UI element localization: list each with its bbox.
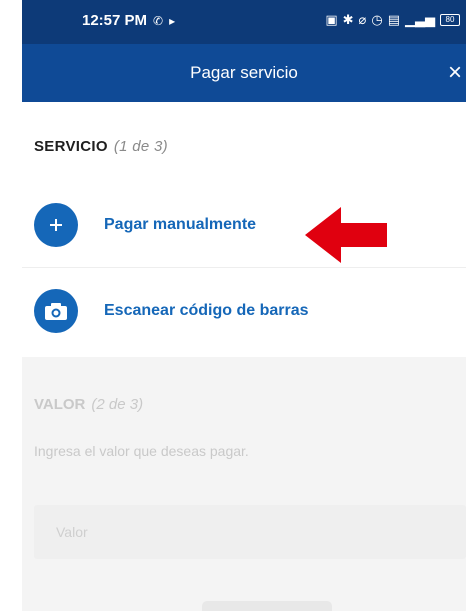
signal-icon: ▁▃▅ <box>405 12 435 27</box>
camera-icon <box>34 289 78 333</box>
value-input[interactable] <box>34 505 466 559</box>
status-icons: ▣ ✱ ⌀ ◷ ▤ ▁▃▅ 80 <box>325 12 460 28</box>
close-icon[interactable]: × <box>444 60 466 86</box>
value-hint: Ingresa el valor que deseas pagar. <box>34 443 249 459</box>
battery-icon: 80 <box>440 14 460 26</box>
red-arrow-annotation <box>305 207 387 263</box>
value-section-title: VALOR (2 de 3) <box>34 396 143 413</box>
email-icon: ▤ <box>387 12 400 27</box>
service-title: SERVICIO <box>34 138 108 155</box>
page-title: Pagar servicio <box>190 63 298 82</box>
service-step: (1 de 3) <box>113 138 168 155</box>
play-icon: ▸ <box>169 13 176 28</box>
app-header: Pagar servicio × <box>22 44 466 102</box>
scan-barcode-option[interactable]: Escanear código de barras <box>22 268 466 354</box>
bluetooth-icon: ✱ <box>342 12 354 27</box>
status-time: 12:57 PM <box>82 12 148 29</box>
bottom-button-edge <box>202 601 332 611</box>
scan-barcode-label: Escanear código de barras <box>104 302 309 319</box>
alarm-icon: ◷ <box>371 12 383 27</box>
pay-manually-label: Pagar manualmente <box>104 215 257 233</box>
service-section-title: SERVICIO (1 de 3) <box>34 138 168 155</box>
app-screen: 12:57 PM ✆ ▸ ▣ ✱ ⌀ ◷ ▤ ▁▃▅ 80 Pagar serv… <box>22 0 466 611</box>
value-step: (2 de 3) <box>91 396 144 413</box>
value-title: VALOR <box>34 396 86 413</box>
nfc-icon: ▣ <box>325 12 338 27</box>
status-bar: 12:57 PM ✆ ▸ ▣ ✱ ⌀ ◷ ▤ ▁▃▅ 80 <box>22 0 466 44</box>
value-section: VALOR (2 de 3) Ingresa el valor que desea… <box>22 357 466 611</box>
whatsapp-icon: ✆ <box>153 13 164 28</box>
plus-icon <box>34 202 78 247</box>
location-off-icon: ⌀ <box>358 12 367 27</box>
pay-manually-option[interactable]: Pagar manualmente <box>22 182 466 268</box>
